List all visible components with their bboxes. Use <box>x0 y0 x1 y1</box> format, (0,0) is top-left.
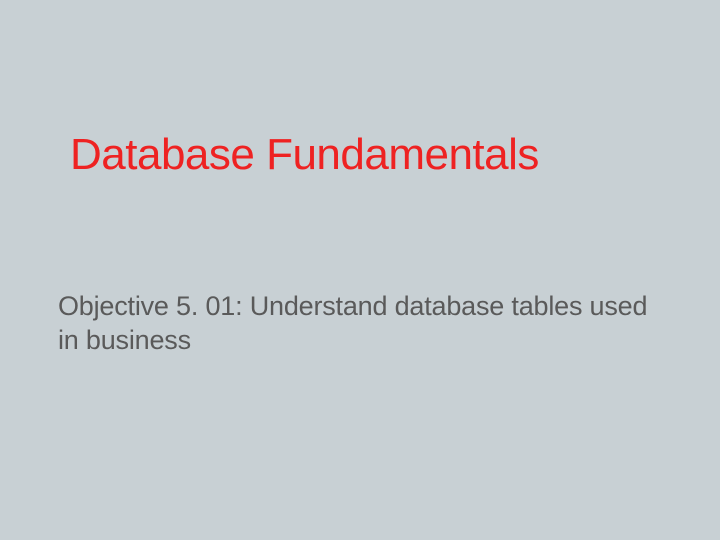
slide-subtitle: Objective 5. 01: Understand database tab… <box>58 290 660 358</box>
slide-title: Database Fundamentals <box>70 130 539 180</box>
slide-container: Database Fundamentals Objective 5. 01: U… <box>0 0 720 540</box>
